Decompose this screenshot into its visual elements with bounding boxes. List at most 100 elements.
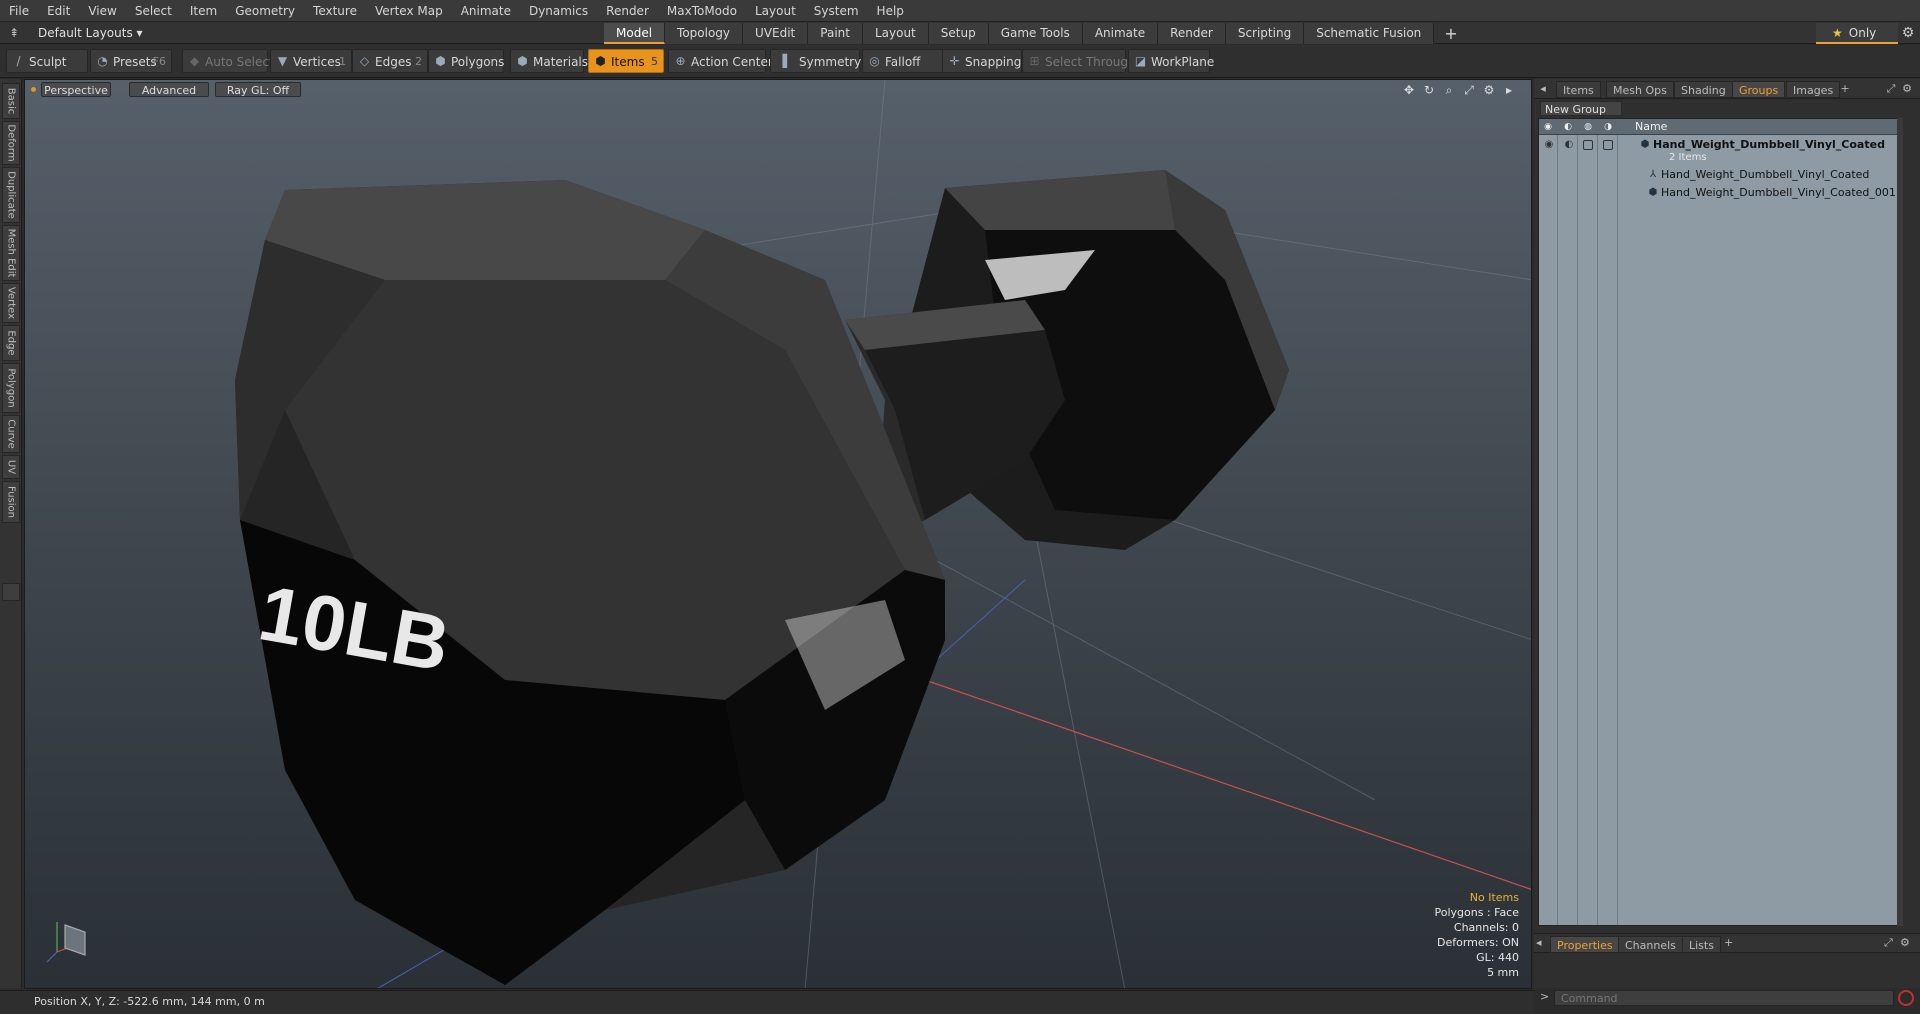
- tab-paint[interactable]: Paint: [808, 23, 863, 44]
- tab-channels[interactable]: Channels: [1618, 936, 1683, 953]
- menu-file[interactable]: File: [0, 0, 38, 22]
- tab-duplicate[interactable]: Duplicate: [2, 167, 20, 223]
- tab-render[interactable]: Render: [1158, 23, 1226, 44]
- only-button[interactable]: ★ Only: [1816, 23, 1898, 44]
- tab-images[interactable]: Images: [1786, 81, 1841, 98]
- snapping-button[interactable]: ✛ Snapping: [942, 49, 1022, 73]
- menu-layout[interactable]: Layout: [746, 0, 805, 22]
- menu-dynamics[interactable]: Dynamics: [520, 0, 597, 22]
- menu-maxtomodo[interactable]: MaxToModo: [658, 0, 746, 22]
- add-panel-tab-button[interactable]: +: [1838, 81, 1852, 97]
- menu-render[interactable]: Render: [597, 0, 658, 22]
- tree-scrollbar[interactable]: [1897, 118, 1903, 926]
- tab-game-tools[interactable]: Game Tools: [988, 23, 1083, 44]
- tab-layout[interactable]: Layout: [862, 23, 929, 44]
- 3d-viewport[interactable]: 10LB Perspective Advanced Ray GL: Off ✥ …: [24, 79, 1532, 989]
- viewport-settings-icon[interactable]: ⚙: [1481, 82, 1497, 98]
- tab-fusion[interactable]: Fusion: [2, 481, 20, 523]
- layout-dropdown[interactable]: Default Layouts ▾: [30, 24, 158, 42]
- move-view-icon[interactable]: ✥: [1401, 82, 1417, 98]
- maximize-view-icon[interactable]: ⤢: [1461, 82, 1477, 98]
- layout-tabs: Model Topology UVEdit Paint Layout Setup…: [604, 23, 1468, 44]
- rotate-view-icon[interactable]: ↻: [1421, 82, 1437, 98]
- menu-vertex-map[interactable]: Vertex Map: [366, 0, 452, 22]
- workplane-button[interactable]: ◪ WorkPlane: [1128, 49, 1214, 73]
- bottom-gear-icon[interactable]: ⚙: [1900, 936, 1914, 949]
- tab-vertex-label: Vertex: [5, 286, 17, 320]
- tab-properties[interactable]: Properties: [1550, 936, 1620, 953]
- render-checkbox[interactable]: [1603, 140, 1613, 150]
- materials-button[interactable]: ⬢ Materials: [510, 49, 588, 73]
- tab-shading[interactable]: Shading: [1674, 81, 1733, 98]
- visibility-eye-icon[interactable]: ◉: [1543, 139, 1555, 151]
- presets-button[interactable]: ◔ Presets F6: [90, 49, 172, 73]
- tab-animate[interactable]: Animate: [1082, 23, 1159, 44]
- viewport-menu-icon[interactable]: ▸: [1501, 82, 1517, 98]
- items-button[interactable]: ⬢ Items 5: [588, 49, 664, 73]
- select-column-icon[interactable]: ◍: [1581, 120, 1595, 134]
- menu-texture[interactable]: Texture: [304, 0, 366, 22]
- tab-uvedit[interactable]: UVEdit: [743, 23, 809, 44]
- advanced-button[interactable]: Advanced: [129, 82, 209, 97]
- auto-select-button[interactable]: ◆ Auto Select: [182, 49, 274, 73]
- tab-uv[interactable]: UV: [2, 455, 20, 479]
- edges-button[interactable]: ◇ Edges 2: [352, 49, 428, 73]
- command-input[interactable]: [1554, 990, 1894, 1006]
- tree-row-child[interactable]: ⅄ Hand_Weight_Dumbbell_Vinyl_Coated: [1539, 167, 1897, 183]
- menu-help[interactable]: Help: [868, 0, 913, 22]
- tab-lists[interactable]: Lists: [1682, 936, 1721, 953]
- tab-schematic-fusion[interactable]: Schematic Fusion: [1304, 23, 1435, 44]
- action-center-button[interactable]: ⊕ Action Center: [668, 49, 773, 73]
- column-divider: [1557, 135, 1558, 925]
- panel-gear-icon[interactable]: ⚙: [1900, 81, 1914, 97]
- polygons-button[interactable]: ⬢ Polygons: [428, 49, 504, 73]
- tab-topology[interactable]: Topology: [665, 23, 744, 44]
- tree-row-child[interactable]: ⬢ Hand_Weight_Dumbbell_Vinyl_Coated_001: [1539, 185, 1897, 201]
- tab-deform[interactable]: Deform: [2, 121, 20, 165]
- menu-geometry[interactable]: Geometry: [226, 0, 304, 22]
- add-tab-button[interactable]: +: [1434, 23, 1467, 44]
- lock-column-icon[interactable]: ◐: [1561, 120, 1575, 134]
- new-group-button[interactable]: New Group: [1540, 101, 1622, 116]
- toggle-panel-button[interactable]: [2, 583, 20, 601]
- add-bottom-tab-button[interactable]: +: [1724, 936, 1738, 949]
- raygl-button[interactable]: Ray GL: Off: [215, 82, 301, 97]
- pin-icon[interactable]: ⇞: [6, 25, 22, 41]
- menu-animate[interactable]: Animate: [452, 0, 520, 22]
- menu-view[interactable]: View: [79, 0, 125, 22]
- bottom-expand-icon[interactable]: ⤢: [1884, 936, 1898, 950]
- vertices-button[interactable]: ▼ Vertices 1: [270, 49, 352, 73]
- panel-collapse-icon[interactable]: ◂: [1536, 81, 1550, 97]
- select-through-button[interactable]: ⊞ Select Through: [1022, 49, 1136, 73]
- command-history-icon[interactable]: [1898, 990, 1914, 1006]
- visibility-column-icon[interactable]: ◉: [1541, 120, 1555, 134]
- tab-basic[interactable]: Basic: [2, 83, 20, 119]
- gear-icon[interactable]: ⚙: [1898, 24, 1918, 42]
- expand-icon[interactable]: ⤢: [1884, 81, 1898, 97]
- bottom-collapse-icon[interactable]: ◂: [1536, 936, 1550, 949]
- tab-model[interactable]: Model: [604, 23, 666, 44]
- menu-system[interactable]: System: [805, 0, 868, 22]
- tab-setup[interactable]: Setup: [928, 23, 989, 44]
- tab-vertex[interactable]: Vertex: [2, 283, 20, 323]
- tab-groups[interactable]: Groups: [1732, 81, 1786, 98]
- tab-items[interactable]: Items: [1556, 81, 1601, 98]
- tab-polygon[interactable]: Polygon: [2, 363, 20, 413]
- sculpt-button[interactable]: / Sculpt: [6, 49, 88, 73]
- tab-scripting[interactable]: Scripting: [1225, 23, 1305, 44]
- menu-item[interactable]: Item: [181, 0, 226, 22]
- symmetry-button[interactable]: ▐ Symmetry: [770, 49, 861, 73]
- zoom-view-icon[interactable]: ⌕: [1441, 82, 1457, 98]
- tab-curve[interactable]: Curve: [2, 415, 20, 453]
- tab-mesh-edit[interactable]: Mesh Edit: [2, 225, 20, 281]
- menu-edit[interactable]: Edit: [38, 0, 79, 22]
- perspective-button[interactable]: Perspective: [41, 82, 111, 97]
- menu-select[interactable]: Select: [126, 0, 181, 22]
- falloff-button[interactable]: ◎ Falloff: [862, 49, 950, 73]
- lock-toggle-icon[interactable]: ◐: [1563, 139, 1575, 151]
- name-column-header[interactable]: Name: [1635, 119, 1667, 135]
- select-checkbox[interactable]: [1583, 140, 1593, 150]
- render-column-icon[interactable]: ◑: [1601, 120, 1615, 134]
- tab-edge[interactable]: Edge: [2, 325, 20, 361]
- tab-mesh-ops[interactable]: Mesh Ops: [1606, 81, 1674, 98]
